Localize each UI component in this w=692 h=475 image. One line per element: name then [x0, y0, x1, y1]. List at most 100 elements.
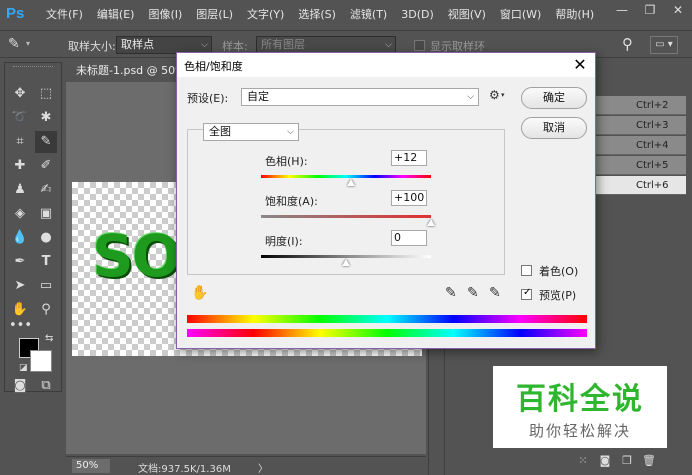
eyedropper-tool-icon[interactable]: ✎ — [35, 131, 57, 153]
history-brush-tool-icon[interactable]: ✍ — [35, 179, 57, 201]
menu-bar: Ps 文件(F) 编辑(E) 图像(I) 图层(L) 文字(Y) 选择(S) 滤… — [0, 0, 692, 28]
gradient-tool-icon[interactable]: ▣ — [35, 203, 57, 225]
saturation-slider-track[interactable] — [261, 215, 431, 218]
ok-button[interactable]: 确定 — [521, 87, 587, 109]
menu-file[interactable]: 文件(F) — [46, 6, 83, 22]
preset-value: 自定 — [247, 90, 269, 103]
saturation-input[interactable]: +100 — [391, 190, 427, 206]
window-controls: — ❐ ✕ — [608, 0, 692, 20]
menu-window[interactable]: 窗口(W) — [500, 6, 541, 22]
watermark-title: 百科全说 — [516, 382, 644, 417]
channel-row[interactable]: Ctrl+2 — [596, 96, 686, 115]
menu-edit[interactable]: 编辑(E) — [97, 6, 135, 22]
preset-options-gear-icon[interactable]: ⚙ — [489, 88, 500, 102]
eyedropper-tool-icon[interactable]: ✎ — [8, 36, 20, 52]
trash-icon[interactable]: 🗑 — [638, 452, 660, 470]
panel-grip[interactable] — [13, 66, 53, 69]
stamp-tool-icon[interactable]: ♟ — [9, 179, 31, 201]
blur-tool-icon[interactable]: 💧 — [9, 227, 31, 249]
watermark-subtitle: 助你轻松解决 — [528, 422, 631, 440]
menu-layer[interactable]: 图层(L) — [196, 6, 233, 22]
menu-view[interactable]: 视图(V) — [448, 6, 486, 22]
show-ring-checkbox[interactable] — [414, 40, 425, 51]
channel-row[interactable]: Ctrl+6 — [596, 176, 686, 195]
minimize-button[interactable]: — — [608, 0, 636, 20]
default-colors-icon[interactable]: ◪ — [19, 363, 28, 373]
hue-slider-thumb[interactable] — [347, 179, 356, 186]
eraser-tool-icon[interactable]: ◈ — [9, 203, 31, 225]
canvas-text-layer: SO — [92, 222, 181, 290]
channel-select[interactable]: 全图 ⌵ — [203, 123, 299, 141]
search-icon[interactable]: ⚲ — [622, 35, 633, 53]
type-tool-icon[interactable]: T — [35, 251, 57, 273]
hand-adjust-icon[interactable]: ✋ — [191, 285, 208, 301]
more-tools-icon[interactable]: ••• — [9, 315, 32, 337]
dodge-tool-icon[interactable]: ● — [35, 227, 57, 249]
hue-saturation-dialog: 色相/饱和度 ✕ 预设(E): 自定 ⌵ ⚙ ▾ 确定 取消 全图 ⌵ 色相(H… — [176, 52, 596, 349]
menu-filter[interactable]: 滤镜(T) — [350, 6, 387, 22]
saturation-label: 饱和度(A): — [265, 195, 318, 208]
chevron-down-icon: ⌵ — [467, 92, 474, 102]
sample-size-value: 取样点 — [121, 38, 154, 51]
shape-tool-icon[interactable]: ▭ — [35, 275, 57, 297]
move-tool-icon[interactable]: ✥ — [9, 83, 31, 105]
zoom-field[interactable]: 50% — [72, 459, 110, 473]
healing-brush-tool-icon[interactable]: ✚ — [9, 155, 31, 177]
close-icon[interactable]: ✕ — [573, 55, 587, 74]
screen-mode-icon[interactable]: ⧉ — [35, 375, 57, 397]
channel-row[interactable]: Ctrl+4 — [596, 136, 686, 155]
hue-label: 色相(H): — [265, 155, 308, 168]
document-tab[interactable]: 未标题-1.psd @ 50% — [68, 60, 180, 82]
eyedropper-icon[interactable]: ✎ — [445, 285, 457, 301]
menu-image[interactable]: 图像(I) — [148, 6, 182, 22]
lasso-tool-icon[interactable]: ➰ — [9, 107, 31, 129]
zoom-tool-icon[interactable]: ⚲ — [35, 299, 57, 321]
input-spectrum-bar — [187, 315, 587, 323]
eyedropper-plus-icon[interactable]: ✎ — [467, 285, 479, 301]
close-button[interactable]: ✕ — [664, 0, 692, 20]
quick-mask-icon[interactable]: ◙ — [9, 375, 31, 397]
photoshop-logo: Ps — [6, 5, 25, 22]
background-color-swatch[interactable] — [30, 350, 52, 372]
tool-preset-chevron-icon[interactable]: ▾ — [26, 39, 30, 48]
menu-help[interactable]: 帮助(H) — [555, 6, 594, 22]
lightness-slider-thumb[interactable] — [342, 259, 350, 266]
status-bar: 50% 文档:937.5K/1.36M 〉 — [66, 456, 426, 475]
workspace-switcher-icon[interactable]: ▭ ▾ — [650, 36, 678, 54]
crop-tool-icon[interactable]: ⌗ — [9, 131, 31, 153]
brush-tool-icon[interactable]: ✐ — [35, 155, 57, 177]
saturation-slider-thumb[interactable] — [427, 219, 435, 226]
preview-label: 预览(P) — [539, 289, 577, 302]
colorize-checkbox[interactable] — [521, 265, 532, 276]
output-spectrum-bar — [187, 329, 587, 337]
load-selection-icon[interactable]: ⁙ — [572, 452, 594, 470]
menu-select[interactable]: 选择(S) — [298, 6, 336, 22]
dialog-titlebar[interactable]: 色相/饱和度 ✕ — [177, 53, 595, 77]
swap-colors-icon[interactable]: ⇆ — [45, 333, 53, 344]
hue-input[interactable]: +12 — [391, 150, 427, 166]
lightness-input[interactable]: 0 — [391, 230, 427, 246]
adjustment-group — [187, 129, 505, 275]
marquee-tool-icon[interactable]: ⬚ — [35, 83, 57, 105]
hue-slider-track[interactable] — [261, 175, 431, 178]
menu-3d[interactable]: 3D(D) — [401, 8, 434, 21]
path-selection-tool-icon[interactable]: ➤ — [9, 275, 31, 297]
preview-checkbox[interactable] — [521, 287, 532, 300]
sample-size-label: 取样大小: — [68, 40, 116, 53]
eyedropper-minus-icon[interactable]: ✎ — [489, 285, 501, 301]
new-channel-icon[interactable]: ❐ — [616, 452, 638, 470]
chevron-down-icon: ⌵ — [201, 40, 208, 50]
watermark-box: 百科全说 助你轻松解决 — [493, 366, 667, 448]
lightness-slider-track[interactable] — [261, 255, 431, 258]
channel-row[interactable]: Ctrl+5 — [596, 156, 686, 175]
preset-select[interactable]: 自定 ⌵ — [241, 88, 479, 106]
restore-button[interactable]: ❐ — [636, 0, 664, 20]
menu-type[interactable]: 文字(Y) — [247, 6, 284, 22]
channel-row[interactable]: Ctrl+3 — [596, 116, 686, 135]
chevron-down-icon[interactable]: ▾ — [501, 91, 505, 99]
status-menu-arrow[interactable]: 〉 — [258, 460, 268, 475]
magic-wand-tool-icon[interactable]: ✱ — [35, 107, 57, 129]
pen-tool-icon[interactable]: ✒ — [9, 251, 31, 273]
cancel-button[interactable]: 取消 — [521, 117, 587, 139]
save-selection-icon[interactable]: ◙ — [594, 452, 616, 470]
